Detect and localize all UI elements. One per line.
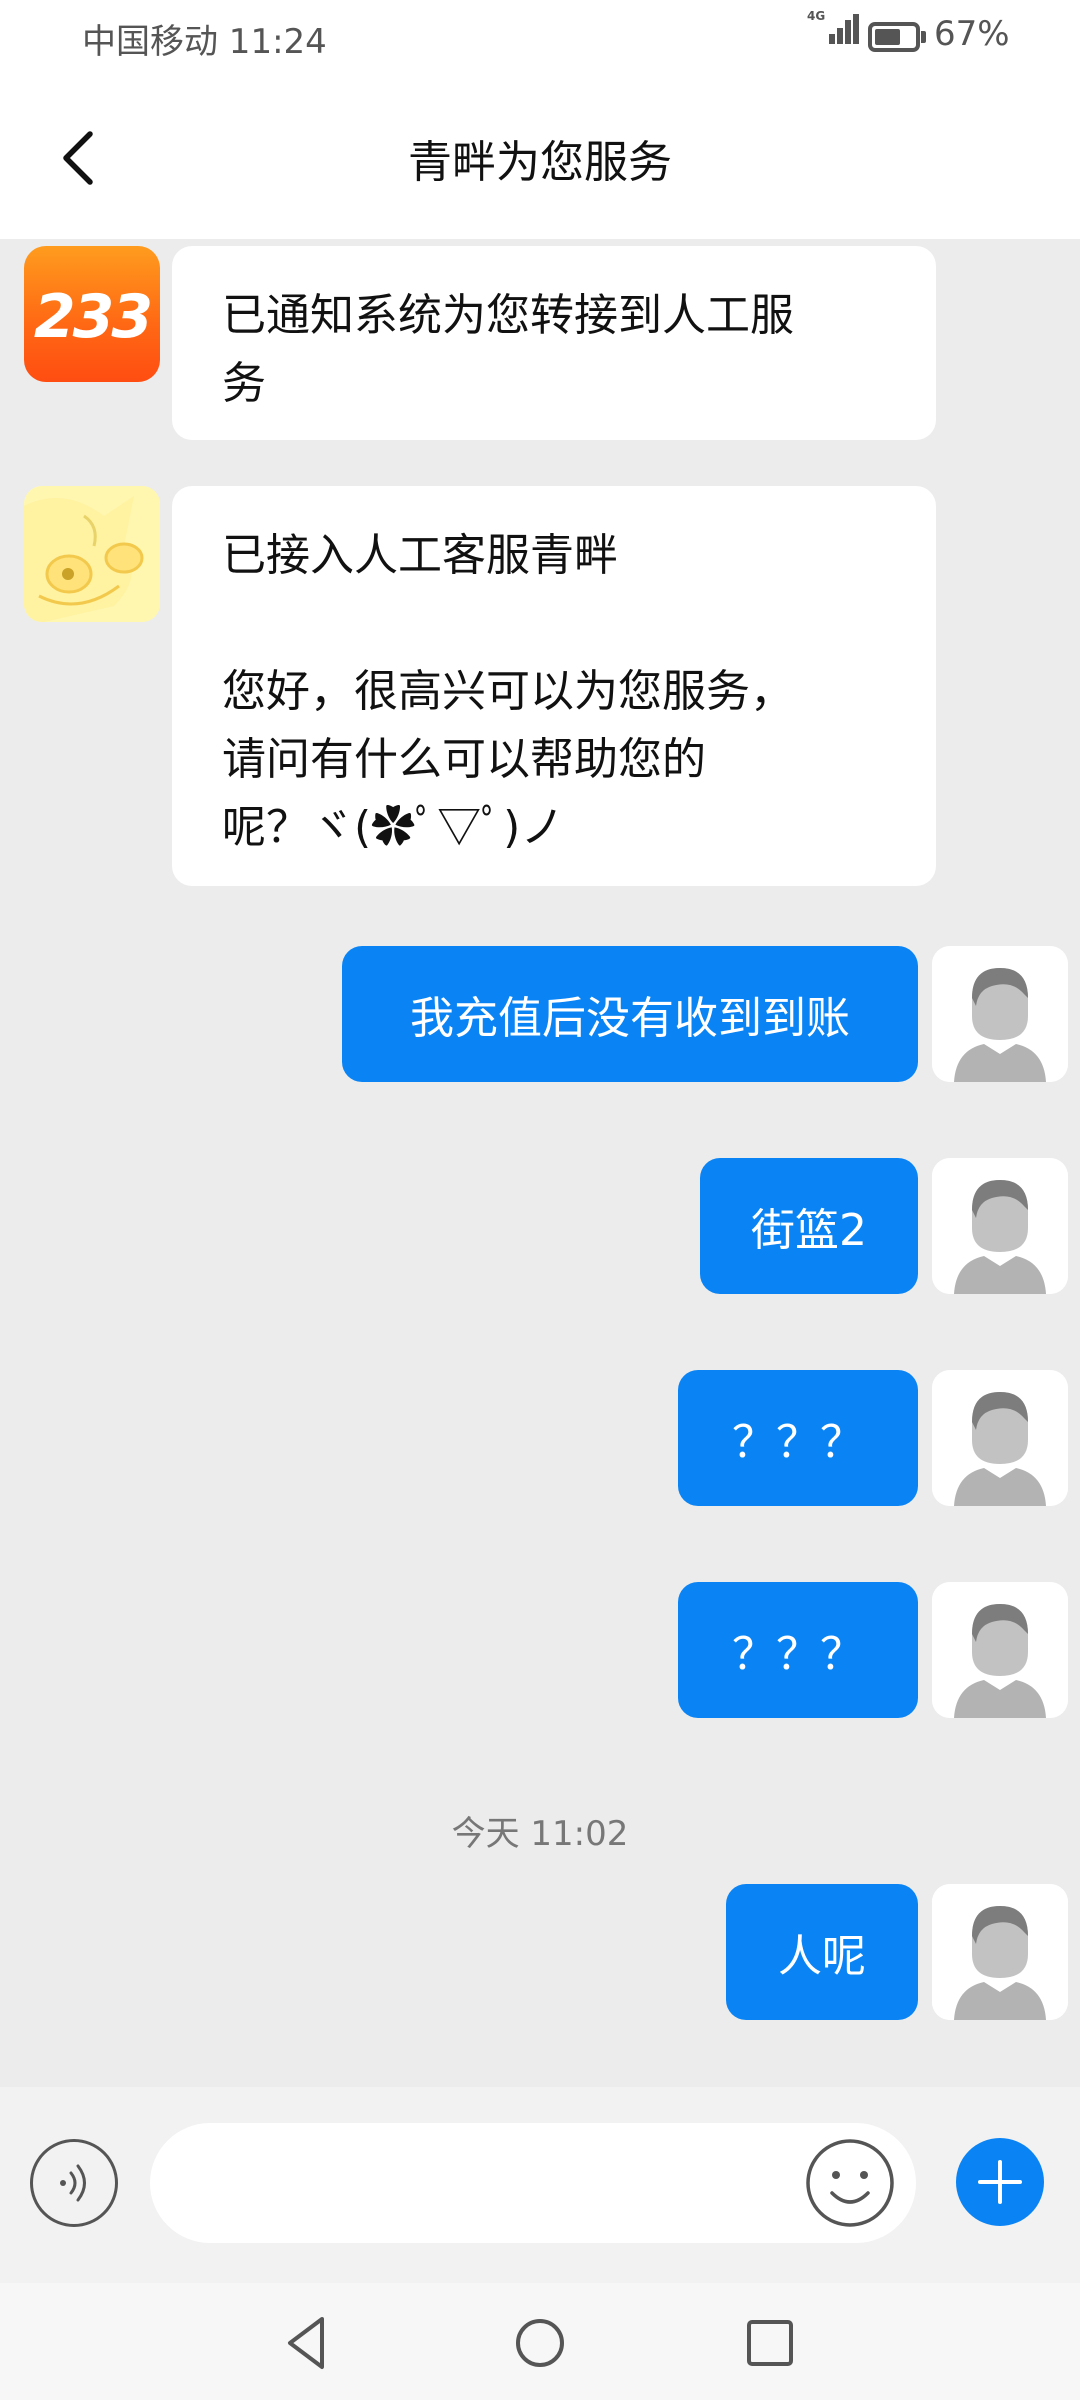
emoji-icon <box>806 2139 894 2227</box>
system-nav-bar <box>0 2283 1080 2400</box>
default-user-avatar-icon <box>932 1370 1068 1506</box>
input-bar <box>0 2087 1080 2283</box>
signal-icon: 4G <box>807 8 859 44</box>
logo-text: 233 <box>33 282 153 352</box>
emoji-button[interactable] <box>804 2137 896 2229</box>
battery-percent: 67% <box>934 14 1010 54</box>
avatar-user[interactable] <box>932 1884 1068 2020</box>
recents-square-icon <box>747 2320 793 2366</box>
message-bubble-sent[interactable]: 街篮2 <box>700 1158 918 1294</box>
avatar-user[interactable] <box>932 1582 1068 1718</box>
avatar-user[interactable] <box>932 1158 1068 1294</box>
network-type: 4G <box>807 9 826 23</box>
default-user-avatar-icon <box>932 1158 1068 1294</box>
voice-icon <box>60 2164 86 2202</box>
message-bubble-sent[interactable]: ？？？ <box>678 1582 918 1718</box>
default-user-avatar-icon <box>932 946 1068 1082</box>
avatar-user[interactable] <box>932 946 1068 1082</box>
default-user-avatar-icon <box>932 1582 1068 1718</box>
message-bubble-sent[interactable]: 人呢 <box>726 1884 918 2020</box>
avatar-233-logo[interactable]: 233 <box>24 246 160 382</box>
message-bubble-sent[interactable]: ？？？ <box>678 1370 918 1506</box>
anime-avatar-icon <box>24 486 160 622</box>
message-bubble[interactable]: 已接入人工客服青畔 您好，很高兴可以为您服务， 请问有什么可以帮助您的 呢？ヾ(… <box>172 486 936 886</box>
nav-home-button[interactable] <box>508 2311 572 2375</box>
carrier-time: 中国移动 11:24 <box>82 22 327 62</box>
default-user-avatar-icon <box>932 1884 1068 2020</box>
battery-icon <box>868 22 920 52</box>
nav-back-button[interactable] <box>276 2311 340 2375</box>
avatar-agent[interactable] <box>24 486 160 622</box>
message-bubble-sent[interactable]: 我充值后没有收到到账 <box>342 946 918 1082</box>
plus-button[interactable] <box>956 2138 1044 2226</box>
page-title: 青畔为您服务 <box>408 137 672 188</box>
message-bubble[interactable]: 已通知系统为您转接到人工服 务 <box>172 246 936 440</box>
nav-recents-button[interactable] <box>738 2311 802 2375</box>
home-circle-icon <box>516 2319 564 2367</box>
avatar-user[interactable] <box>932 1370 1068 1506</box>
timestamp: 今天 11:02 <box>451 1814 629 1854</box>
title-bar: 青畔为您服务 <box>0 76 1080 239</box>
back-triangle-icon <box>288 2317 324 2369</box>
status-bar: 中国移动 11:24 4G 67% <box>0 0 1080 76</box>
message-input[interactable] <box>150 2123 916 2243</box>
plus-icon <box>978 2160 1022 2204</box>
voice-button[interactable] <box>30 2139 118 2227</box>
